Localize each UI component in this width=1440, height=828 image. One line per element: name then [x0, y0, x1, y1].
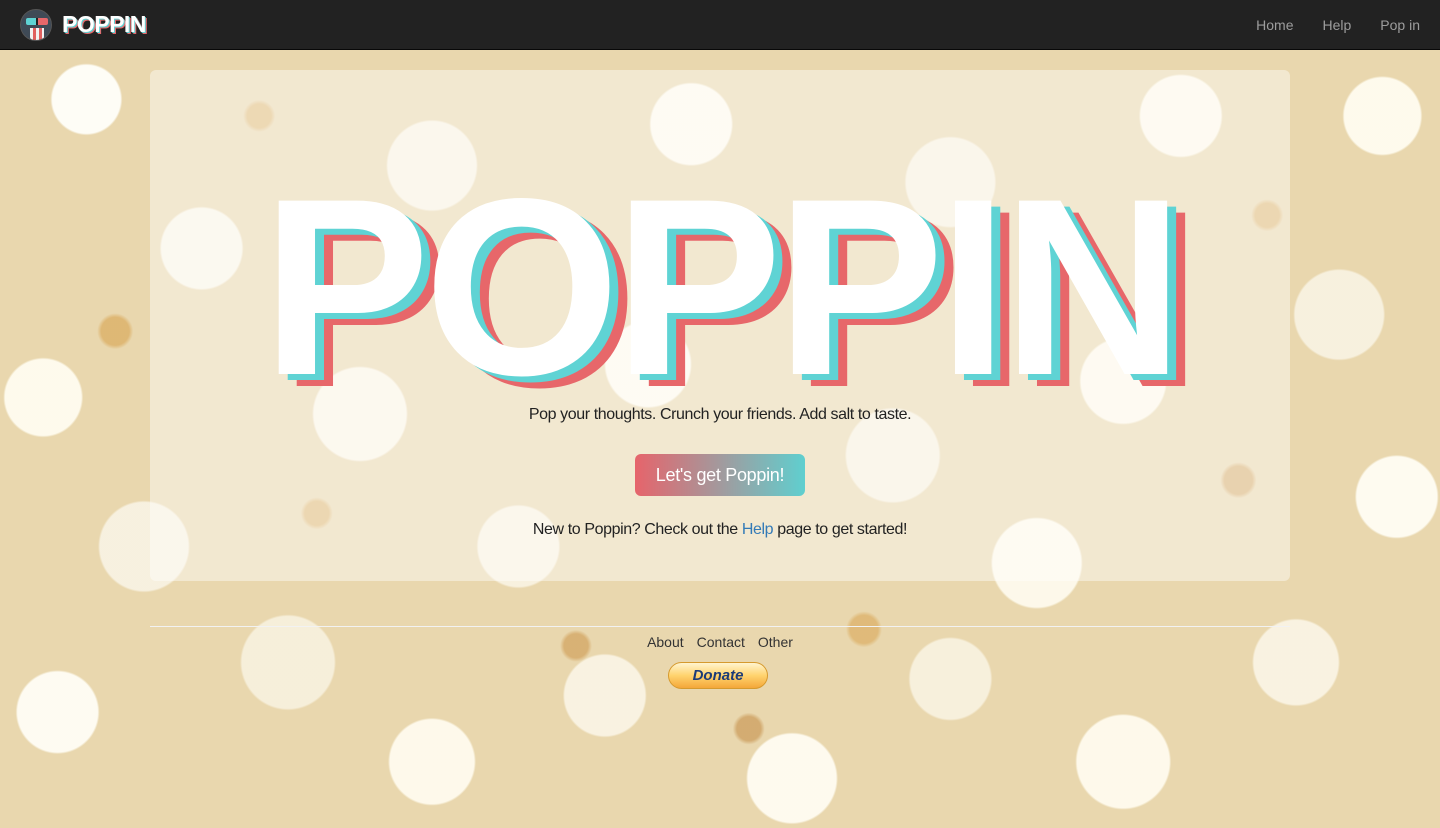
footer-about-link[interactable]: About	[647, 634, 684, 650]
3d-glasses-icon	[26, 17, 48, 25]
hero-tagline: Pop your thoughts. Crunch your friends. …	[528, 406, 912, 423]
footer-links: About Contact Other	[0, 634, 1440, 650]
help-intro: New to Poppin? Check out the Help page t…	[150, 521, 1290, 539]
footer-divider	[150, 626, 1290, 627]
donate-button[interactable]: Donate	[668, 662, 768, 689]
help-page-link[interactable]: Help	[742, 521, 774, 538]
nav-pop-in-link[interactable]: Pop in	[1380, 17, 1420, 33]
get-poppin-button[interactable]: Let's get Poppin!	[635, 454, 805, 496]
brand[interactable]: POPPIN	[20, 8, 146, 41]
hero-title: POPPIN	[261, 147, 1184, 428]
popcorn-cup-icon	[30, 27, 44, 40]
footer-contact-link[interactable]: Contact	[697, 634, 745, 650]
nav-help-link[interactable]: Help	[1323, 17, 1352, 33]
brand-name: POPPIN	[62, 11, 146, 37]
hero-panel: POPPIN Pop your thoughts. Crunch your fr…	[150, 70, 1290, 581]
nav-home-link[interactable]: Home	[1256, 17, 1293, 33]
top-navbar: POPPIN Home Help Pop in	[0, 0, 1440, 50]
nav-links: Home Help Pop in	[1256, 17, 1420, 33]
help-intro-text: New to Poppin? Check out the	[532, 521, 738, 538]
footer-other-link[interactable]: Other	[758, 634, 793, 650]
popcorn-logo-icon	[20, 8, 52, 41]
help-intro-text-end: page to get started!	[777, 521, 908, 538]
